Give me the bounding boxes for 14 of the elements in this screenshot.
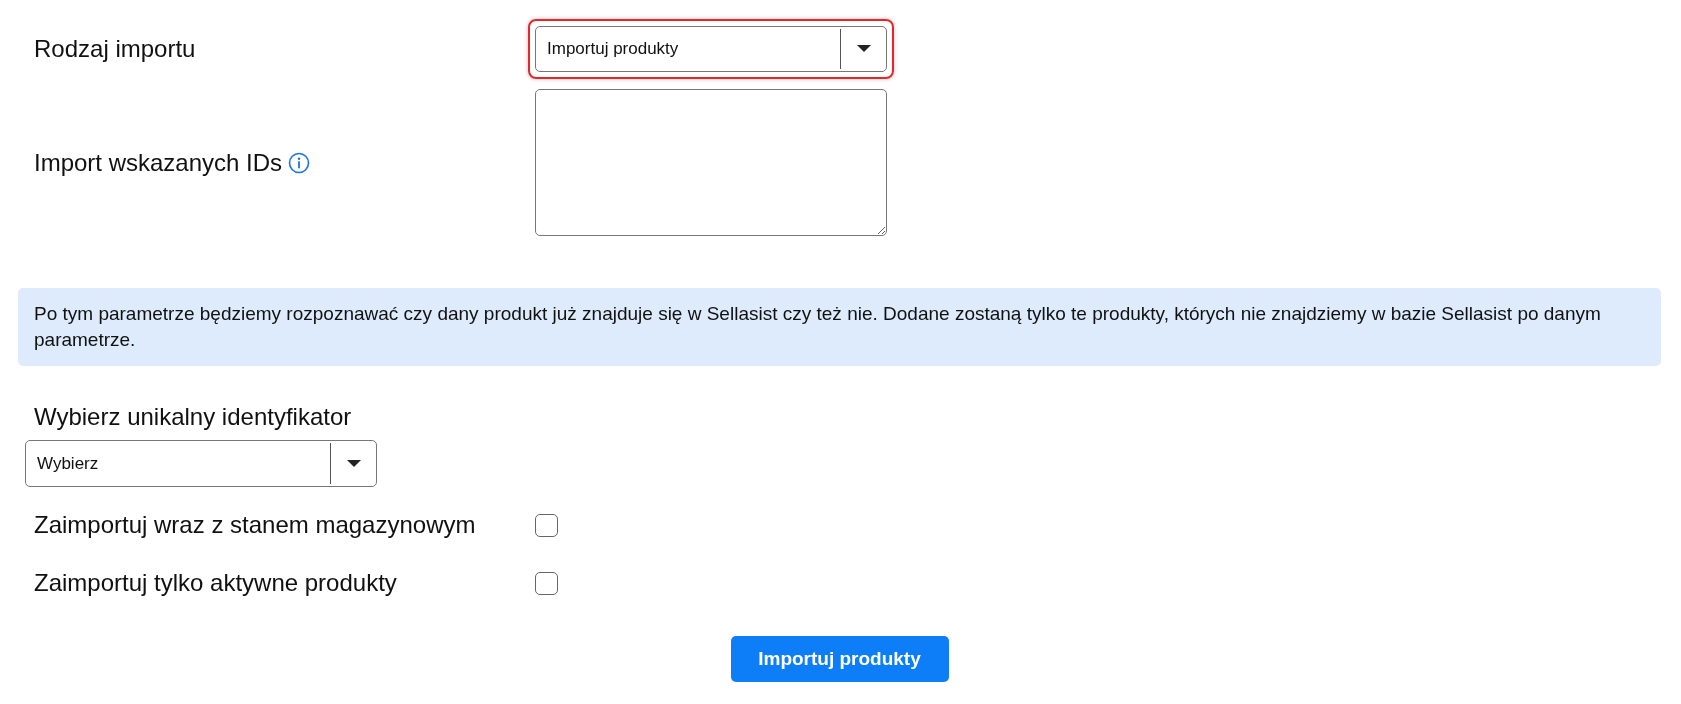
- dropdown[interactable]: Importuj produkty: [535, 26, 887, 72]
- info-icon[interactable]: [288, 151, 311, 174]
- field-label: Rodzaj importu: [33, 36, 197, 62]
- caret-icon: [346, 459, 361, 468]
- caret-icon: [856, 45, 871, 53]
- import-button[interactable]: Importuj produkty: [730, 636, 949, 682]
- field-label: Import wskazanych IDs: [33, 149, 283, 176]
- field-label: Wybierz unikalny identyfikator: [33, 404, 353, 430]
- checkbox[interactable]: [535, 571, 558, 595]
- dropdown[interactable]: Wybierz: [25, 440, 377, 487]
- checkbox-label: Zaimportuj wraz z stanem magazynowym: [33, 512, 477, 538]
- checkbox-label: Zaimportuj tylko aktywne produkty: [33, 570, 398, 596]
- checkbox[interactable]: [535, 513, 558, 537]
- info-message: Po tym parametrze będziemy rozpoznawać czy dany produkt już znajduje się w Sellasist czy też nie. Dodane zostaną tylko te produkty, których nie znajdziemy w bazie Sellasist po danym parametrze.: [18, 288, 1661, 366]
